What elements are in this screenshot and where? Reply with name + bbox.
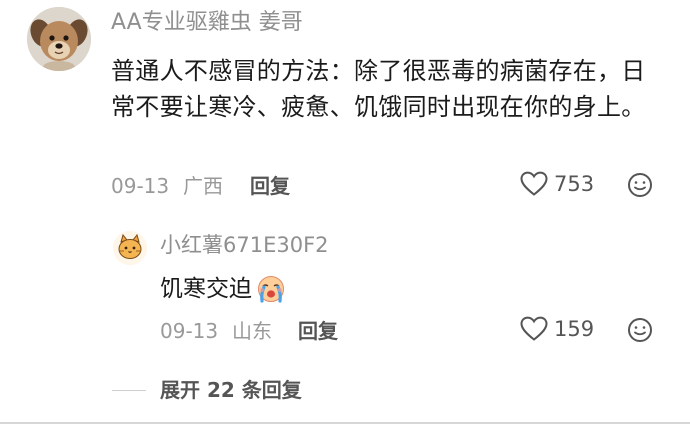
reply-text-row: 饥寒交迫 [160,273,287,305]
reply-location: 山东 [232,319,272,343]
avatar[interactable] [27,7,91,71]
crying-face-emoji [258,276,284,303]
reply-avatar[interactable] [113,231,147,265]
like-count: 753 [554,172,595,196]
comment-date: 09-13 [111,174,170,198]
comment-username[interactable]: AA专业驱雞虫 姜哥 [111,9,303,37]
reply-like-count: 159 [554,317,595,341]
reply-date: 09-13 [160,319,219,343]
comment-text: 普通人不感冒的方法：除了很恶毒的病菌存在，日常不要让寒冷、疲惫、饥饿同时出现在你… [111,57,646,121]
reply-emoji-react-button[interactable] [627,317,653,347]
expand-replies-button[interactable]: 展开 22 条回复 [160,377,302,403]
reply-button[interactable]: 回复 [250,174,290,198]
cat-avatar-image [113,231,147,265]
like-button[interactable]: 753 [520,171,594,197]
heart-outline-icon [520,171,548,196]
expand-divider [112,390,146,391]
reply-text: 饥寒交迫 [160,276,252,302]
emoji-react-button[interactable] [627,172,653,202]
smiley-face-icon [628,173,652,197]
reply-username[interactable]: 小红薯671E30F2 [160,231,329,259]
reply-reply-button[interactable]: 回复 [298,319,338,343]
comment-location: 广西 [183,174,223,198]
heart-outline-icon [520,316,548,341]
smiley-face-icon [628,318,652,342]
puppy-avatar-image [27,7,91,71]
reply-like-button[interactable]: 159 [520,316,594,342]
bottom-divider [0,422,690,424]
